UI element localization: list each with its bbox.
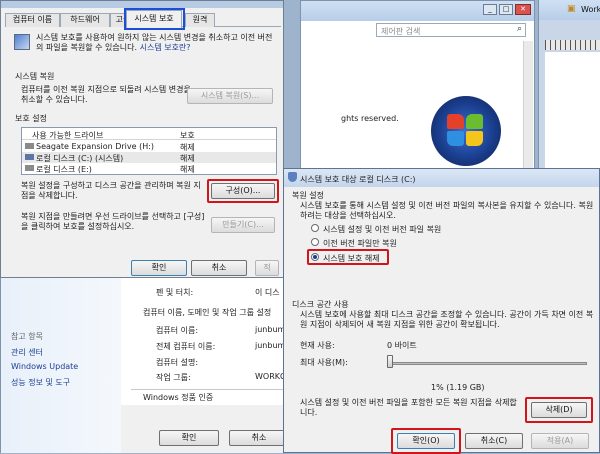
workgroup-label: 작업 그룹: — [156, 373, 191, 382]
option-restore-all[interactable]: 시스템 설정 및 이전 버전 파일 복원 — [323, 224, 441, 235]
radio-restore-all[interactable] — [311, 224, 319, 232]
left-ok-button[interactable]: 확인 — [131, 260, 187, 276]
right-edge-window: ▣ Work — [538, 0, 600, 175]
create-text: 복원 지점을 만들려면 우선 드라이브를 선택하고 [구성]을 클릭하여 보호를… — [21, 212, 205, 231]
scrollbar[interactable] — [523, 41, 533, 175]
configure-text: 복원 설정을 구성하고 디스크 공간을 관리하며 복원 지점을 삭제합니다. — [21, 181, 201, 200]
folder-icon: ▣ — [567, 4, 576, 14]
windows-flag-blue — [447, 131, 464, 146]
intro-text: 시스템 보호를 사용하여 원하지 않는 시스템 변경을 취소하고 이전 버전의 … — [36, 33, 273, 52]
copyright-text: ghts reserved. — [341, 114, 399, 123]
option-restore-files[interactable]: 이전 버전 파일만 복원 — [323, 238, 397, 249]
protection-dialog-titlebar: 시스템 보호 대상 로컬 디스크 (C:) — [284, 169, 599, 187]
restore-settings-heading: 복원 설정 — [292, 191, 324, 200]
system-protection-dialog: 시스템 보호 대상 로컬 디스크 (C:) 복원 설정 시스템 보호를 통해 시… — [283, 168, 600, 454]
activation-heading: Windows 정품 인증 — [143, 393, 214, 402]
activation-divider — [131, 389, 291, 390]
max-usage-slider-thumb[interactable] — [387, 355, 393, 368]
system-properties-dialog: 컴퓨터 이름 하드웨어 고급 시스템 보호 원격 시스템 보호를 사용하여 원하… — [0, 0, 284, 278]
disable-protection-highlight — [307, 249, 389, 265]
tab-highlight — [124, 8, 185, 30]
minimize-button[interactable]: _ — [483, 4, 497, 15]
restore-heading: 시스템 복원 — [15, 72, 55, 81]
maximize-button[interactable]: □ — [499, 4, 513, 15]
shield-icon — [14, 34, 30, 50]
delete-highlight — [525, 397, 593, 423]
create-button[interactable]: 만들기(C)... — [211, 217, 275, 233]
current-usage-label: 현재 사용: — [300, 341, 335, 350]
disk-space-heading: 디스크 공간 사용 — [292, 300, 349, 309]
restore-settings-text: 시스템 보호를 통해 시스템 설정 및 이전 버전 파일의 복사본을 유지할 수… — [300, 201, 594, 220]
control-panel-window: _ □ ✕ 제어판 검색 ⌕ ghts reserved. — [300, 0, 535, 175]
protection-heading: 보호 설정 — [15, 114, 47, 123]
sys-cancel-button[interactable]: 취소 — [229, 430, 289, 446]
computer-name-label: 컴퓨터 이름: — [156, 326, 199, 335]
max-usage-label: 최대 사용(M): — [300, 358, 348, 367]
tab-hardware[interactable]: 하드웨어 — [60, 13, 110, 27]
left-apply-button[interactable]: 적 — [255, 260, 279, 276]
pen-touch-value: 이 디스 — [255, 288, 280, 297]
configure-highlight — [207, 179, 279, 203]
sys-ok-button[interactable]: 확인 — [159, 430, 219, 446]
hdd-icon — [25, 165, 34, 171]
full-name-label: 전체 컴퓨터 이름: — [156, 342, 216, 351]
drive-status: 해제 — [180, 165, 195, 174]
windows-logo — [431, 96, 501, 166]
tab-computer-name[interactable]: 컴퓨터 이름 — [5, 13, 60, 27]
right-window-title: Work — [581, 5, 600, 14]
drive-row[interactable]: Seagate Expansion Drive (H:) 해제 — [22, 141, 276, 152]
drive-list[interactable]: 사용 가능한 드라이브 보호 Seagate Expansion Drive (… — [21, 127, 277, 175]
computer-name-value: junbum — [255, 325, 286, 334]
right-window-titlebar: ▣ Work — [539, 0, 600, 20]
see-also-heading: 참고 항목 — [11, 332, 43, 341]
hdd-icon — [25, 154, 34, 160]
protection-dialog-title: 시스템 보호 대상 로컬 디스크 (C:) — [300, 175, 416, 184]
workgroup-value: WORKG — [255, 372, 287, 381]
close-button[interactable]: ✕ — [515, 4, 531, 15]
drive-name: 로컬 디스크 (E:) — [36, 165, 92, 174]
restore-text: 컴퓨터를 이전 복원 지점으로 되돌려 시스템 변경을 취소할 수 있습니다. — [21, 85, 191, 104]
drive-row[interactable]: 로컬 디스크 (E:) 해제 — [22, 163, 276, 174]
pen-touch-label: 펜 및 터치: — [156, 288, 194, 297]
system-restore-button[interactable]: 시스템 복원(S)... — [187, 88, 273, 104]
drive-list-header: 사용 가능한 드라이브 보호 — [22, 128, 276, 140]
full-name-value: junbum — [255, 341, 286, 350]
computer-name-section: 컴퓨터 이름, 도메인 및 작업 그룹 설정 — [143, 308, 272, 317]
column-drive: 사용 가능한 드라이브 — [32, 131, 104, 140]
radio-restore-files[interactable] — [311, 238, 319, 246]
shield-icon — [288, 172, 297, 182]
search-placeholder: 제어판 검색 — [381, 27, 421, 36]
dialog-titlebar — [1, 1, 283, 8]
drive-row[interactable]: 로컬 디스크 (C:) (시스템) 해제 — [22, 152, 276, 163]
search-input[interactable]: 제어판 검색 ⌕ — [376, 23, 526, 37]
side-link-windows-update[interactable]: Windows Update — [11, 362, 78, 371]
protection-cancel-button[interactable]: 취소(C) — [465, 433, 523, 449]
column-protection: 보호 — [180, 131, 195, 140]
current-usage-value: 0 바이트 — [387, 341, 417, 350]
protection-apply-button[interactable]: 적용(A) — [531, 433, 589, 449]
hdd-icon — [25, 143, 34, 149]
windows-flag-yellow — [466, 131, 483, 146]
ok-highlight — [391, 428, 461, 454]
description-label: 컴퓨터 설명: — [156, 358, 199, 367]
left-cancel-button[interactable]: 취소 — [191, 260, 247, 276]
what-is-protection-link[interactable]: 시스템 보호란? — [140, 43, 191, 52]
canvas — [545, 52, 600, 175]
search-icon: ⌕ — [516, 24, 522, 34]
side-link-action-center[interactable]: 관리 센터 — [11, 347, 43, 358]
windows-flag-green — [466, 114, 483, 129]
max-usage-slider-track[interactable] — [387, 362, 587, 365]
disk-space-text: 시스템 보호에 사용할 최대 디스크 공간을 조정할 수 있습니다. 공간이 가… — [300, 310, 594, 329]
windows-flag-red — [447, 114, 464, 129]
drive-name: Seagate Expansion Drive (H:) — [36, 142, 155, 151]
system-window: 참고 항목 관리 센터 Windows Update 성능 정보 및 도구 펜 … — [0, 276, 300, 453]
tab-remote[interactable]: 원격 — [185, 13, 215, 27]
delete-text: 시스템 설정 및 이전 버전 파일을 포함한 모든 복원 지점을 삭제합니다. — [300, 398, 517, 417]
slider-value: 1% (1.19 GB) — [431, 383, 485, 392]
ruler — [545, 40, 600, 50]
side-link-performance[interactable]: 성능 정보 및 도구 — [11, 377, 70, 388]
